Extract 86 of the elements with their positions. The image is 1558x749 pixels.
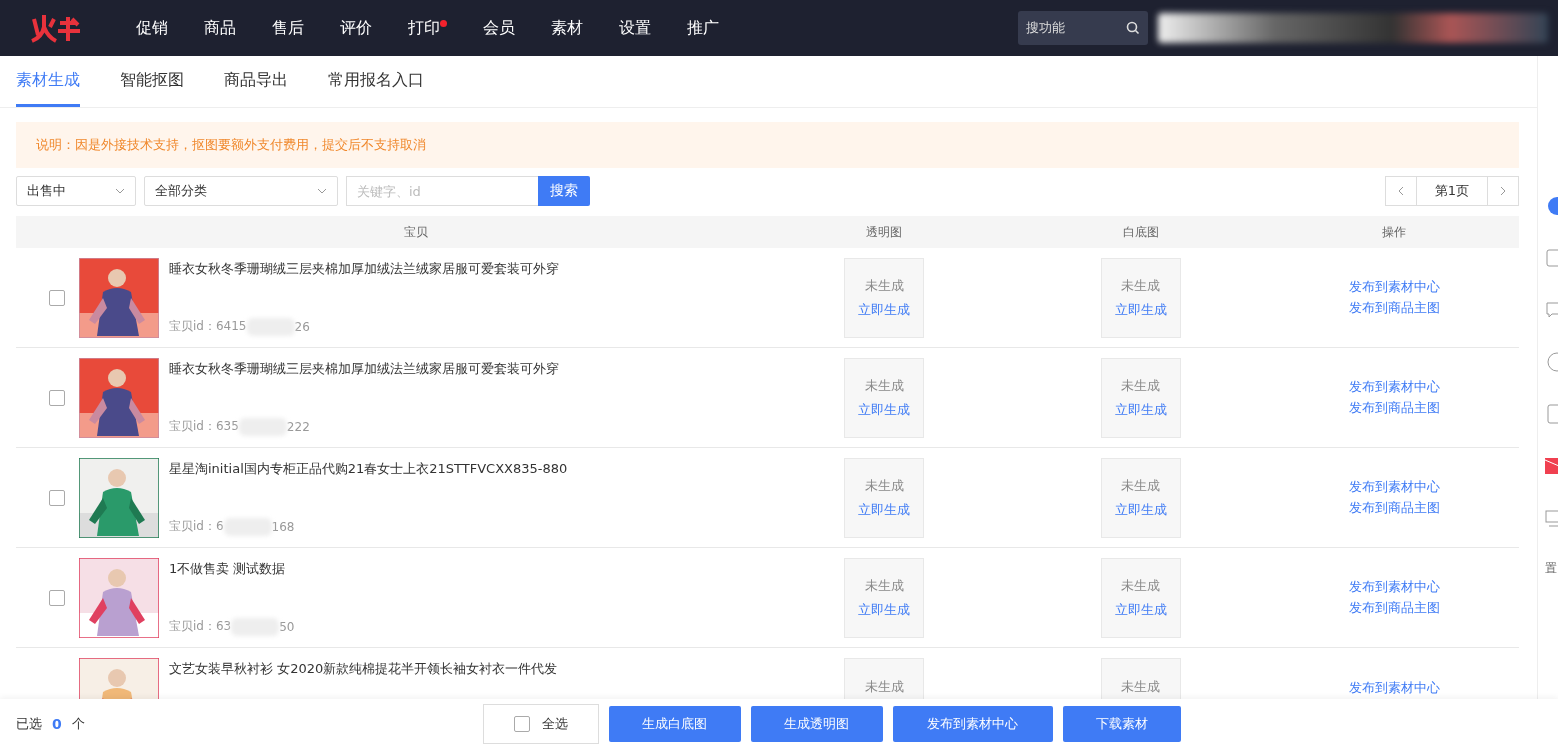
nav-item[interactable]: 评价 (340, 17, 372, 39)
product-id: 宝贝id：63 (169, 618, 232, 635)
status-text: 未生成 (864, 677, 904, 696)
selected-count: 0 (52, 716, 62, 732)
generate-link[interactable]: 立即生成 (858, 501, 911, 519)
publish-link[interactable]: 发布到商品主图 (1348, 599, 1440, 617)
product-id: 50 (279, 619, 295, 634)
chat-icon[interactable] (1545, 196, 1558, 216)
column-header: 操作 (1381, 223, 1407, 241)
status-text: 未生成 (1121, 577, 1161, 595)
generate-link[interactable]: 立即生成 (858, 601, 911, 619)
search-icon (1126, 21, 1140, 35)
status-text: 未生成 (1121, 277, 1161, 295)
product-id: 宝贝id：635 (169, 418, 239, 435)
nav-item[interactable]: 商品 (204, 17, 236, 39)
column-header: 白底图 (1121, 223, 1160, 241)
row-checkbox[interactable] (49, 389, 65, 406)
action-button[interactable]: 生成透明图 (750, 706, 883, 742)
generate-link[interactable]: 立即生成 (1114, 601, 1167, 619)
envelope-icon[interactable] (1545, 456, 1558, 476)
product-id: 222 (286, 419, 310, 434)
keyword-field[interactable]: 关键字、id (346, 176, 538, 206)
status-dropdown[interactable]: 出售中 (16, 176, 136, 206)
publish-link[interactable]: 发布到商品主图 (1348, 299, 1440, 317)
row-checkbox[interactable] (49, 489, 65, 506)
nav-item[interactable]: 素材 (551, 17, 583, 39)
product-id: 26 (294, 319, 310, 334)
row-checkbox[interactable] (49, 289, 65, 306)
action-button[interactable]: 发布到素材中心 (892, 706, 1053, 742)
product-id: 宝贝id：6 (169, 518, 224, 535)
chevron-down-icon (317, 188, 327, 194)
publish-link[interactable]: 发布到素材中心 (1348, 478, 1440, 496)
product-title: 1不做售卖 测试数据 (169, 559, 287, 578)
status-text: 未生成 (1121, 377, 1161, 395)
status-text: 未生成 (1121, 477, 1161, 495)
column-header: 宝贝 (403, 223, 429, 241)
search-button[interactable]: 搜索 (538, 176, 590, 206)
monitor-icon[interactable] (1545, 508, 1558, 528)
function-search-field[interactable]: 搜功能 (1018, 11, 1148, 45)
publish-link[interactable]: 发布到素材中心 (1348, 578, 1440, 596)
select-all-checkbox[interactable] (513, 716, 530, 732)
status-text: 未生成 (1121, 677, 1161, 696)
nav-item[interactable]: 促销 (136, 17, 168, 39)
product-title: 睡衣女秋冬季珊瑚绒三层夹棉加厚加绒法兰绒家居服可爱套装可外穿 (169, 259, 559, 278)
product-id: 168 (271, 519, 295, 534)
product-title: 文艺女装早秋衬衫 女2020新款纯棉提花半开领长袖女衬衣一件代发 (169, 659, 558, 678)
publish-link[interactable]: 发布到素材中心 (1348, 278, 1440, 296)
side-label[interactable]: 置 (1545, 560, 1557, 577)
generate-link[interactable]: 立即生成 (1114, 401, 1167, 419)
chevron-left-icon (1398, 186, 1404, 196)
publish-link[interactable]: 发布到商品主图 (1348, 499, 1440, 517)
publish-link[interactable]: 发布到素材中心 (1348, 378, 1440, 396)
action-button[interactable]: 生成白底图 (608, 706, 741, 742)
message-icon[interactable] (1545, 300, 1558, 320)
status-text: 未生成 (864, 477, 904, 495)
status-text: 未生成 (864, 577, 904, 595)
generate-link[interactable]: 立即生成 (1114, 301, 1167, 319)
action-button[interactable]: 下载素材 (1062, 706, 1181, 742)
chevron-right-icon (1500, 186, 1506, 196)
unit-label: 个 (71, 715, 85, 733)
row-checkbox[interactable] (49, 589, 65, 606)
tab[interactable]: 智能抠图 (120, 56, 184, 107)
tab[interactable]: 常用报名入口 (328, 56, 424, 107)
select-all-button[interactable]: 全选 (482, 704, 599, 744)
notice-text: 说明：因是外接技术支持，抠图要额外支付费用，提交后不支持取消 (16, 122, 1519, 168)
nav-item[interactable]: 会员 (483, 17, 515, 39)
product-title: 睡衣女秋冬季珊瑚绒三层夹棉加厚加绒法兰绒家居服可爱套装可外穿 (169, 359, 559, 378)
status-text: 未生成 (864, 277, 904, 295)
category-dropdown[interactable]: 全部分类 (144, 176, 338, 206)
status-text: 未生成 (864, 377, 904, 395)
product-id: 宝贝id：6415 (169, 318, 247, 335)
selected-label: 已选 (16, 715, 42, 733)
column-header: 透明图 (865, 223, 904, 241)
nav-item[interactable]: 售后 (272, 17, 304, 39)
nav-item[interactable]: 设置 (619, 17, 651, 39)
product-title: 星星淘initial国内专柜正品代购21春女士上衣21STTFVCXX835-880 (169, 459, 568, 478)
chevron-down-icon (115, 188, 125, 194)
generate-link[interactable]: 立即生成 (1114, 501, 1167, 519)
publish-link[interactable]: 发布到商品主图 (1348, 399, 1440, 417)
tab[interactable]: 素材生成 (16, 56, 80, 107)
publish-link[interactable]: 发布到素材中心 (1348, 678, 1440, 697)
generate-link[interactable]: 立即生成 (858, 401, 911, 419)
nav-item[interactable]: 推广 (687, 17, 719, 39)
generate-link[interactable]: 立即生成 (858, 301, 911, 319)
tab[interactable]: 商品导出 (224, 56, 288, 107)
nav-item[interactable]: 打印 (408, 17, 447, 39)
